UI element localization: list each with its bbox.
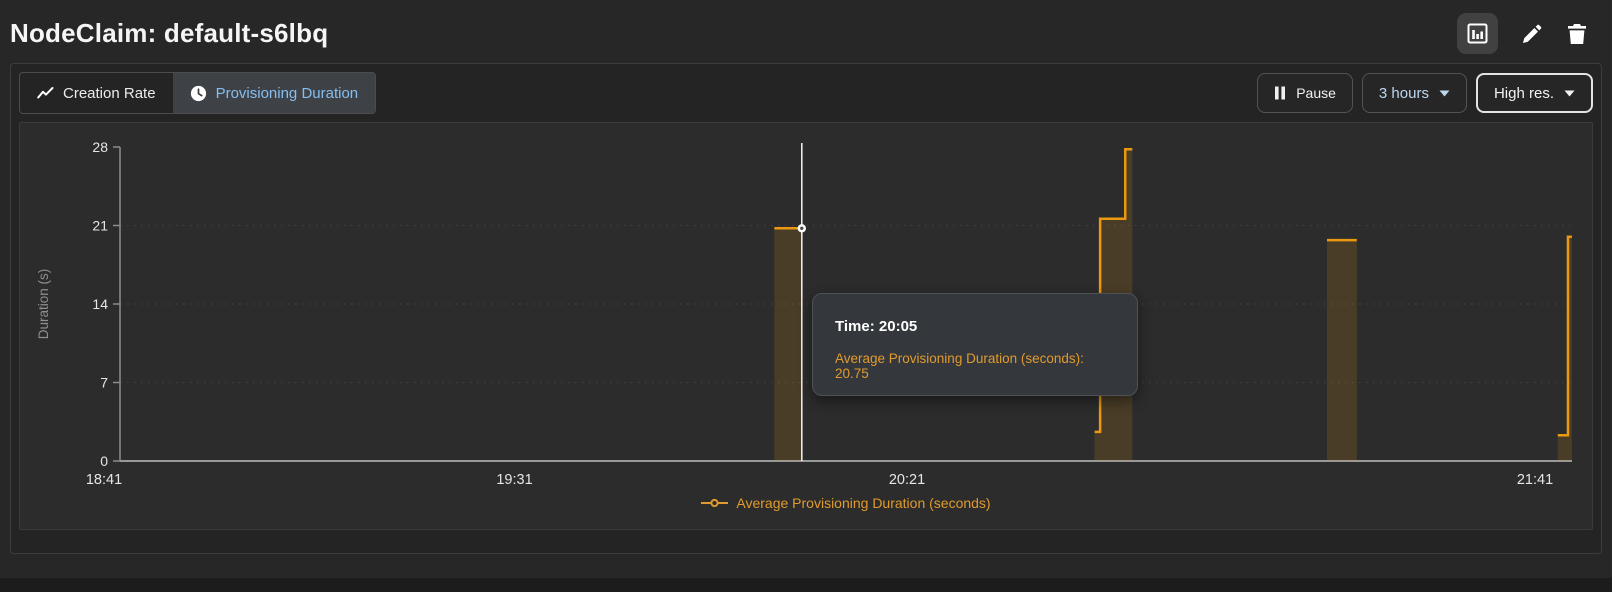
caret-down-icon bbox=[1564, 90, 1575, 97]
page-header: NodeClaim: default-s6lbq bbox=[0, 0, 1612, 63]
series-area bbox=[1327, 240, 1357, 461]
y-tick-label: 21 bbox=[92, 218, 108, 234]
caret-down-icon bbox=[1439, 90, 1450, 97]
metric-tabs: Creation Rate Provisioning Duration bbox=[19, 72, 376, 114]
pencil-icon bbox=[1520, 22, 1544, 46]
y-tick-label: 28 bbox=[92, 139, 108, 155]
y-tick-label: 7 bbox=[100, 375, 108, 391]
provisioning-duration-chart[interactable]: 0 7 14 21 28 18:41 19:31 20:21 21:41 Duration (s)… bbox=[19, 122, 1593, 530]
trash-icon bbox=[1566, 22, 1588, 46]
clock-icon bbox=[190, 85, 207, 102]
series-area bbox=[1558, 237, 1572, 461]
y-tick-label: 14 bbox=[92, 296, 108, 312]
page-title: NodeClaim: default-s6lbq bbox=[10, 18, 328, 49]
edit-button[interactable] bbox=[1520, 22, 1544, 46]
toolbar-controls: Pause 3 hours High res. bbox=[1257, 73, 1593, 113]
bar-chart-icon bbox=[1466, 22, 1489, 45]
tooltip-time: Time: 20:05 bbox=[835, 318, 1115, 335]
tab-creation-rate[interactable]: Creation Rate bbox=[20, 73, 173, 113]
metrics-panel: Creation Rate Provisioning Duration bbox=[10, 63, 1602, 554]
x-tick-label: 19:31 bbox=[496, 472, 532, 488]
trend-line-icon bbox=[37, 86, 54, 100]
chart-svg: 0 7 14 21 28 18:41 19:31 20:21 21:41 Duration (s) bbox=[20, 123, 1594, 495]
series-area bbox=[774, 228, 801, 461]
legend-label: Average Provisioning Duration (seconds) bbox=[736, 495, 990, 511]
nodeclaim-page: NodeClaim: default-s6lbq bbox=[0, 0, 1612, 592]
viewport-edge bbox=[0, 578, 1612, 592]
hover-marker-center bbox=[800, 227, 803, 230]
tab-label: Provisioning Duration bbox=[216, 85, 359, 102]
y-tick-label: 0 bbox=[100, 453, 108, 469]
legend-item[interactable]: Average Provisioning Duration (seconds) bbox=[701, 495, 990, 511]
x-tick-label: 21:41 bbox=[1517, 472, 1553, 488]
pause-icon bbox=[1274, 86, 1286, 100]
time-range-value: 3 hours bbox=[1379, 85, 1429, 102]
delete-button[interactable] bbox=[1566, 22, 1588, 46]
y-axis-label: Duration (s) bbox=[36, 269, 51, 340]
time-range-dropdown[interactable]: 3 hours bbox=[1362, 73, 1467, 113]
chart-tooltip: Time: 20:05 Average Provisioning Duratio… bbox=[812, 293, 1138, 396]
x-tick-label: 20:21 bbox=[889, 472, 925, 488]
tab-provisioning-duration[interactable]: Provisioning Duration bbox=[173, 73, 376, 113]
x-tick-label: 18:41 bbox=[86, 472, 122, 488]
tooltip-series-value: Average Provisioning Duration (seconds):… bbox=[835, 351, 1115, 381]
pause-label: Pause bbox=[1296, 85, 1336, 101]
tab-label: Creation Rate bbox=[63, 85, 156, 102]
resolution-dropdown[interactable]: High res. bbox=[1476, 73, 1593, 113]
chart-view-button[interactable] bbox=[1457, 13, 1498, 54]
chart-toolbar: Creation Rate Provisioning Duration bbox=[11, 64, 1601, 120]
header-actions bbox=[1457, 13, 1588, 54]
pause-button[interactable]: Pause bbox=[1257, 73, 1353, 113]
chart-legend: Average Provisioning Duration (seconds) bbox=[60, 495, 1612, 511]
legend-marker-icon bbox=[701, 498, 728, 508]
resolution-value: High res. bbox=[1494, 85, 1554, 102]
